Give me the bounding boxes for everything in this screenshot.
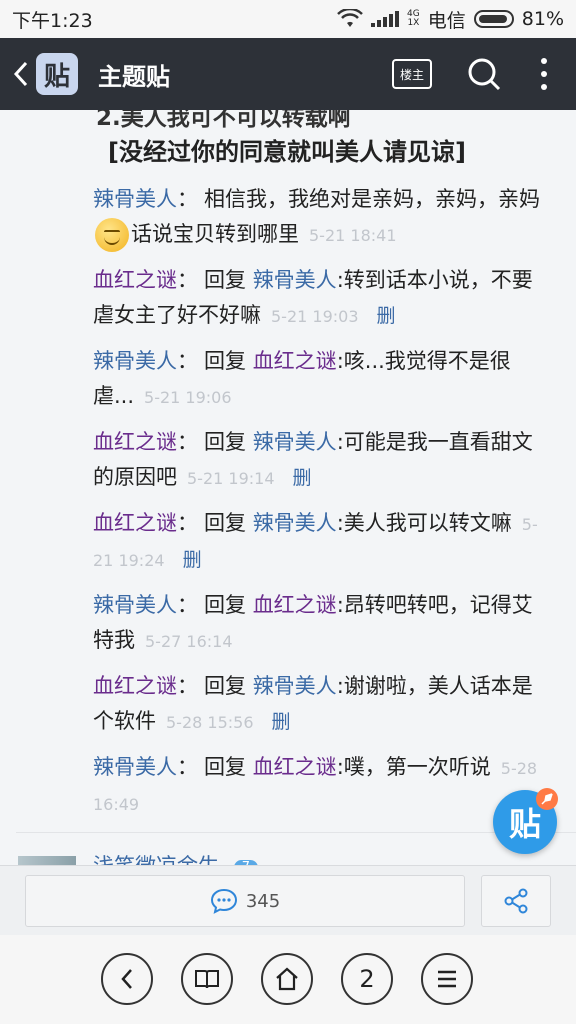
more-dot-icon: [541, 58, 547, 64]
delete-link[interactable]: 删: [272, 711, 291, 733]
next-post-user[interactable]: 浅笑微凉余生 7: [93, 850, 258, 865]
share-button[interactable]: [481, 875, 551, 927]
comment-separator: ：: [177, 187, 198, 211]
reply-to-username[interactable]: 辣骨美人: [253, 268, 337, 292]
delete-link[interactable]: 删: [377, 305, 396, 327]
reply-count: 345: [245, 890, 281, 912]
status-time: 下午1:23: [12, 9, 93, 32]
nav-pages-button[interactable]: 2: [341, 953, 393, 1005]
reply-prefix: 回复: [204, 511, 246, 535]
carrier-label: 电信: [427, 9, 466, 32]
comment-time: 5-28 15:56: [166, 713, 254, 732]
sub-comment-list: 辣骨美人： 相信我，我绝对是亲妈，亲妈，亲妈话说宝贝转到哪里 5-21 18:41 血…: [93, 182, 553, 832]
comment-username[interactable]: 辣骨美人: [93, 187, 177, 211]
app-bar: 贴 主题贴 楼主: [0, 38, 576, 110]
more-dot-icon: [541, 71, 547, 77]
comment-time: 5-21 18:41: [309, 226, 397, 245]
page-title: 主题贴: [98, 62, 170, 91]
sub-comment[interactable]: 血红之谜： 回复 辣骨美人:可能是我一直看甜文的原因吧 5-21 19:14 删: [93, 425, 553, 496]
sub-comment[interactable]: 血红之谜： 回复 辣骨美人:谢谢啦，美人话本是个软件 5-28 15:56 删: [93, 669, 553, 740]
sub-comment[interactable]: 辣骨美人： 相信我，我绝对是亲妈，亲妈，亲妈话说宝贝转到哪里 5-21 18:41: [93, 182, 553, 253]
reply-prefix: 回复: [204, 755, 246, 779]
delete-link[interactable]: 删: [293, 467, 312, 489]
delete-link[interactable]: 删: [183, 549, 202, 571]
nav-home-button[interactable]: [261, 953, 313, 1005]
sub-comment[interactable]: 血红之谜： 回复 辣骨美人:转到话本小说，不要虐女主了好不好嘛 5-21 19:03…: [93, 263, 553, 334]
comment-text: 话说宝贝转到哪里: [131, 222, 299, 246]
home-icon: [276, 967, 298, 991]
sub-comment[interactable]: 辣骨美人： 回复 血红之谜:昂转吧转吧，记得艾特我 5-27 16:14: [93, 588, 553, 659]
comment-username[interactable]: 血红之谜: [93, 674, 177, 698]
browser-nav-bar: 2: [0, 935, 576, 1024]
battery-percent: 81%: [521, 8, 564, 30]
reply-to-username[interactable]: 辣骨美人: [253, 674, 337, 698]
search-icon: [468, 58, 501, 91]
post-body-line: [没经过你的同意就叫美人请见谅]: [108, 138, 466, 166]
divider: [16, 832, 576, 833]
smiley-face-icon: [95, 218, 129, 252]
comment-separator: ：: [177, 349, 198, 373]
post-body-line: 2.美人我可不可以转载啊: [96, 110, 351, 131]
comment-username[interactable]: 辣骨美人: [93, 349, 177, 373]
reply-to-username[interactable]: 血红之谜: [253, 593, 337, 617]
reply-prefix: 回复: [204, 674, 246, 698]
comment-time: 5-21 19:03: [271, 307, 359, 326]
share-icon: [504, 888, 528, 914]
network-type: 4G 1X: [407, 9, 420, 28]
wifi-icon: [337, 9, 363, 27]
comment-bubble-icon: [210, 888, 237, 914]
reply-button[interactable]: 345: [25, 875, 465, 927]
comment-separator: ：: [177, 430, 198, 454]
louzhu-only-button[interactable]: 楼主: [392, 59, 432, 89]
comment-username[interactable]: 血红之谜: [93, 430, 177, 454]
sub-comment[interactable]: 血红之谜： 回复 辣骨美人:美人我可以转文嘛 5-21 19:24 删: [93, 506, 553, 578]
reply-to-username[interactable]: 血红之谜: [253, 349, 337, 373]
next-post-avatar[interactable]: [18, 856, 76, 865]
comment-username[interactable]: 血红之谜: [93, 268, 177, 292]
comment-separator: ：: [177, 593, 198, 617]
status-bar: 下午1:23 4G 1X 电信 81%: [0, 0, 576, 38]
thread-content[interactable]: 2.美人我可不可以转载啊 [没经过你的同意就叫美人请见谅] 辣骨美人： 相信我，我…: [0, 110, 576, 865]
rocket-icon: [536, 788, 558, 810]
tieba-logo[interactable]: 贴: [36, 53, 78, 95]
back-button[interactable]: [6, 38, 36, 110]
comment-separator: ：: [177, 674, 198, 698]
book-icon: [195, 970, 219, 989]
comment-username[interactable]: 辣骨美人: [93, 755, 177, 779]
comment-text: :噗，第一次听说: [336, 755, 491, 779]
chevron-left-icon: [121, 969, 132, 989]
hamburger-menu-icon: [438, 970, 456, 988]
comment-time: 5-21 19:14: [187, 469, 275, 488]
next-post-username[interactable]: 浅笑微凉余生: [93, 854, 219, 865]
nav-reader-button[interactable]: [181, 953, 233, 1005]
comment-text: 相信我，我绝对是亲妈，亲妈，亲妈: [204, 187, 540, 211]
comment-time: 5-21 19:06: [144, 388, 232, 407]
nav-menu-button[interactable]: [421, 953, 473, 1005]
bottom-action-bar: 345: [0, 865, 576, 935]
comment-username[interactable]: 血红之谜: [93, 511, 177, 535]
comment-username[interactable]: 辣骨美人: [93, 593, 177, 617]
reply-prefix: 回复: [204, 430, 246, 454]
sub-comment[interactable]: 辣骨美人： 回复 血红之谜:咳...我觉得不是很虐... 5-21 19:06: [93, 344, 553, 415]
comment-separator: ：: [177, 755, 198, 779]
reply-prefix: 回复: [204, 593, 246, 617]
comment-text: :美人我可以转文嘛: [336, 511, 512, 535]
more-dot-icon: [541, 84, 547, 90]
comment-separator: ：: [177, 511, 198, 535]
reply-to-username[interactable]: 辣骨美人: [253, 511, 337, 535]
more-menu-button[interactable]: [534, 54, 554, 94]
nav-back-button[interactable]: [101, 953, 153, 1005]
chevron-left-icon: [13, 61, 28, 87]
reply-prefix: 回复: [204, 268, 246, 292]
reply-to-username[interactable]: 辣骨美人: [253, 430, 337, 454]
reply-prefix: 回复: [204, 349, 246, 373]
comment-separator: ：: [177, 268, 198, 292]
sub-comment[interactable]: 辣骨美人： 回复 血红之谜:噗，第一次听说 5-28 16:49: [93, 750, 553, 822]
status-indicators: 4G 1X 电信 81%: [337, 6, 564, 33]
battery-icon: [473, 10, 514, 28]
reply-to-username[interactable]: 血红之谜: [253, 755, 337, 779]
search-button[interactable]: [464, 54, 504, 94]
signal-icon: [371, 11, 400, 27]
comment-time: 5-27 16:14: [145, 632, 233, 651]
